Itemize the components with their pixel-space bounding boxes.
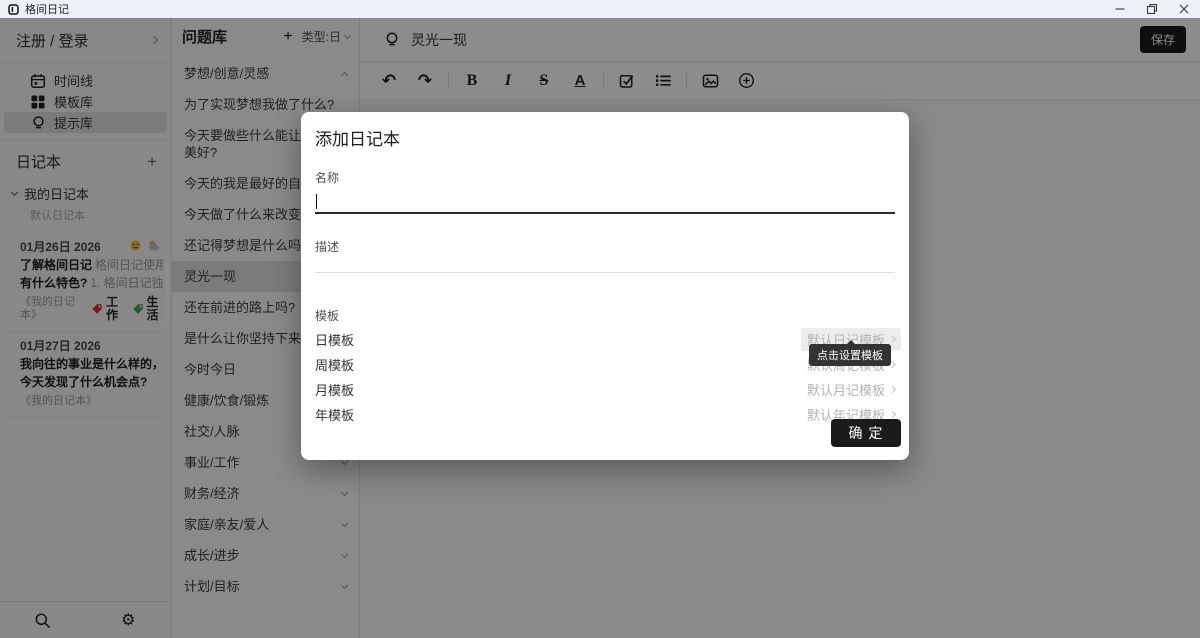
maximize-icon[interactable]	[1136, 0, 1168, 18]
description-input[interactable]	[315, 255, 895, 273]
template-row-value[interactable]: 默认月记模板	[807, 380, 895, 399]
confirm-button[interactable]: 确 定	[831, 419, 901, 447]
template-row-label: 年模板	[315, 405, 354, 424]
description-label: 描述	[315, 238, 895, 255]
template-row-label: 月模板	[315, 380, 354, 399]
template-rows: 日模板默认日记模板周模板默认周记模板月模板 默认月记模板年模板默认年记模板	[315, 327, 895, 427]
template-row-3: 年模板默认年记模板	[315, 402, 895, 427]
modal-title: 添加日记本	[315, 125, 895, 150]
minimize-icon[interactable]	[1104, 0, 1136, 18]
template-label: 模板	[315, 307, 895, 324]
text-caret	[316, 194, 317, 209]
template-row-label: 日模板	[315, 330, 354, 349]
titlebar: 格间日记	[0, 0, 1200, 18]
chevron-right-icon	[889, 411, 896, 418]
template-row-1: 周模板默认周记模板	[315, 352, 895, 377]
tooltip: 点击设置模板	[809, 344, 891, 366]
template-row-label: 周模板	[315, 355, 354, 374]
template-row-2: 月模板 默认月记模板	[315, 377, 895, 402]
name-input[interactable]	[315, 187, 895, 214]
app-title: 格间日记	[25, 1, 69, 17]
chevron-right-icon	[889, 386, 896, 393]
app-logo-icon	[8, 4, 19, 15]
close-icon[interactable]	[1168, 0, 1200, 18]
template-row-0: 日模板默认日记模板	[315, 327, 895, 352]
chevron-right-icon	[889, 336, 896, 343]
name-label: 名称	[315, 169, 895, 186]
add-diary-modal: 添加日记本 名称 描述 模板 日模板默认日记模板周模板默认周记模板月模板 默认月记…	[301, 112, 909, 460]
